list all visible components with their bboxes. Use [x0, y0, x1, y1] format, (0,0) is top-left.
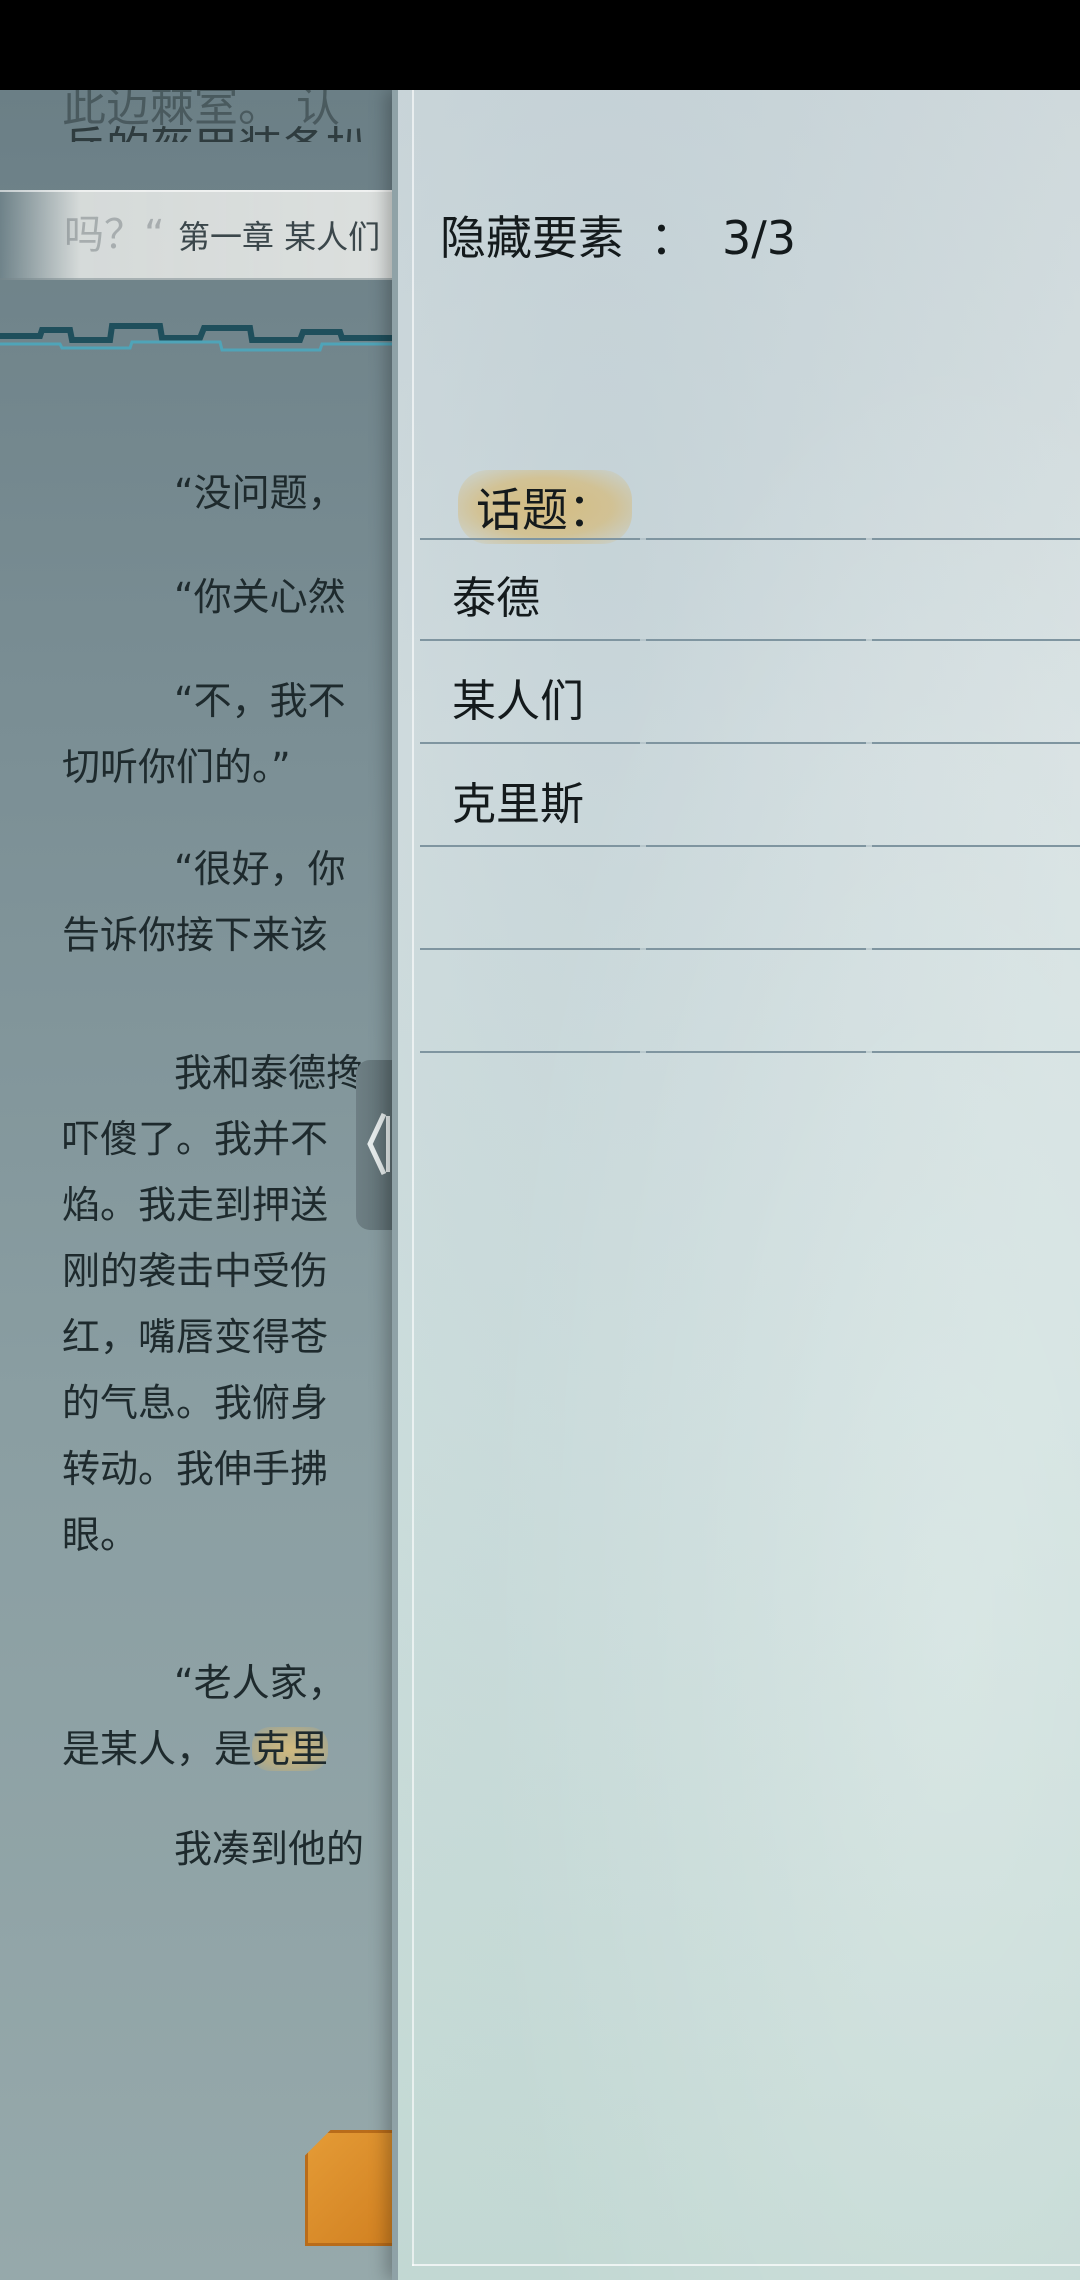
reader-top-text: 此迈棘室。 认 兵的盔甲装备扒 — [0, 90, 400, 142]
hidden-elements-panel: 隐藏要素 ： 3/3 话题： 泰德 某人们 克里斯 — [392, 90, 1080, 2280]
paragraph-5: 我和泰德搀 吓傻了。我并不 焰。我走到押送 刚的袭击中受伤 红，嘴唇变得苍 的气… — [62, 1051, 365, 1557]
panel-title: 隐藏要素 ： 3/3 — [440, 202, 796, 268]
paragraph-7: 我凑到他的 — [174, 1827, 365, 1871]
paragraph-1: “没问题， — [174, 471, 346, 515]
panel-title-label: 隐藏要素 — [440, 211, 624, 265]
panel-title-sep: ： — [650, 211, 696, 265]
topics-section-label: 话题： — [458, 470, 632, 544]
highlighted-line: 是某人，是克里 — [62, 1716, 400, 1782]
status-bar — [0, 0, 1080, 90]
paragraph-2: “你关心然 — [174, 575, 346, 619]
reader-top-line-2: 兵的盔甲装备扒 — [62, 114, 370, 142]
chapter-ghost-text: 吗？“ — [64, 212, 165, 258]
octagon-button-icon[interactable] — [305, 2130, 400, 2246]
chapter-banner[interactable]: 吗？“ 第一章 某人们 — [0, 190, 400, 280]
paragraph-4: “很好，你 告诉你接下来该 — [62, 847, 346, 957]
paragraph-3: “不，我不 切听你们的。” — [62, 679, 346, 789]
panel-title-count: 3/3 — [722, 211, 797, 265]
topic-item-2[interactable]: 某人们 — [420, 641, 1080, 744]
glitch-divider-icon — [0, 323, 400, 352]
topic-item-1[interactable]: 泰德 — [420, 538, 1080, 641]
reader-page: 此迈棘室。 认 兵的盔甲装备扒 吗？“ 第一章 某人们 “没问题， “你关心然 … — [0, 90, 400, 2280]
chapter-title: 第一章 某人们 — [178, 218, 381, 256]
paragraph-6: “老人家， 是某人，是克里 — [62, 1650, 400, 1782]
topic-item-3[interactable]: 克里斯 — [420, 744, 1080, 847]
topic-item-4 — [420, 847, 1080, 950]
topic-item-5 — [420, 950, 1080, 1053]
highlight-word[interactable]: 克里 — [252, 1727, 329, 1771]
chevron-left-icon — [367, 1112, 390, 1176]
line-before-highlight: 是某人，是 — [62, 1727, 253, 1771]
topic-list: 泰德 某人们 克里斯 — [420, 538, 1080, 1053]
